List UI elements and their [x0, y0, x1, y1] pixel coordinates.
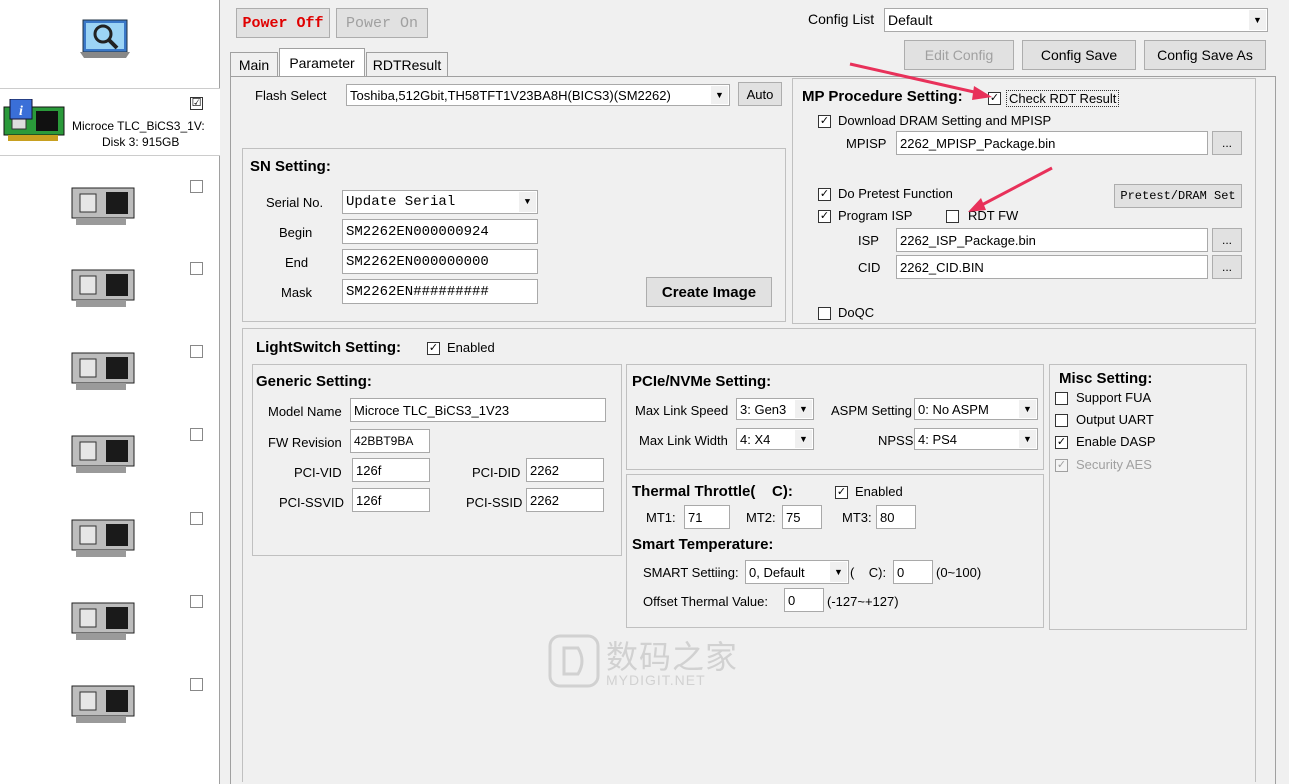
npss-label: NPSS: [878, 433, 914, 448]
mt1-input[interactable]: 71: [684, 505, 730, 529]
offset-thermal-input[interactable]: 0: [784, 588, 824, 612]
pcie-title: PCIe/NVMe Setting:: [632, 373, 772, 390]
mt3-input[interactable]: 80: [876, 505, 916, 529]
chevron-down-icon: ▼: [795, 400, 812, 418]
offset-thermal-range: (-127~+127): [827, 594, 899, 609]
thermal-title: Thermal Throttle( C):: [632, 483, 793, 500]
smart-setting-label: SMART Settiing:: [643, 565, 739, 580]
max-link-speed-value: 3: Gen3: [740, 401, 787, 417]
aspm-label: ASPM Setting: [831, 403, 912, 418]
aspm-value: 0: No ASPM: [918, 401, 989, 417]
pci-vid-label: PCI-VID: [294, 465, 342, 480]
support-fua-checkbox[interactable]: [1055, 392, 1068, 405]
chevron-down-icon: ▼: [1019, 430, 1036, 448]
mt2-input[interactable]: 75: [782, 505, 822, 529]
pci-ssvid-label: PCI-SSVID: [279, 495, 345, 510]
enable-dasp-label: Enable DASP: [1076, 434, 1156, 449]
security-aes-checkbox[interactable]: ✓: [1055, 459, 1068, 472]
smart-temperature-title: Smart Temperature:: [632, 536, 774, 553]
thermal-enabled-checkbox[interactable]: ✓: [835, 486, 848, 499]
support-fua-label: Support FUA: [1076, 390, 1152, 405]
max-link-speed-select[interactable]: 3: Gen3 ▼: [736, 398, 814, 420]
mt3-label: MT3:: [842, 510, 872, 525]
max-link-width-value: 4: X4: [740, 431, 771, 447]
mt1-label: MT1:: [646, 510, 676, 525]
pci-ssvid-input[interactable]: 126f: [352, 488, 430, 512]
npss-select[interactable]: 4: PS4 ▼: [914, 428, 1038, 450]
thermal-enabled-label: Enabled: [855, 484, 903, 499]
max-link-width-select[interactable]: 4: X4 ▼: [736, 428, 814, 450]
watermark-logo-icon: [548, 634, 600, 688]
security-aes-label: Security AES: [1076, 457, 1152, 472]
smart-setting-value: 0, Default: [749, 564, 805, 580]
lightswitch-enabled-label: Enabled: [447, 340, 495, 355]
model-name-label: Model Name: [268, 404, 342, 419]
watermark: 数码之家 MYDIGIT.NET: [546, 632, 746, 692]
smart-c-range: (0~100): [936, 565, 982, 580]
chevron-down-icon: ▼: [1019, 400, 1036, 418]
lightswitch-enabled-checkbox[interactable]: ✓: [427, 342, 440, 355]
fw-revision-input[interactable]: 42BBT9BA: [350, 429, 430, 453]
pci-ssid-input[interactable]: 2262: [526, 488, 604, 512]
output-uart-checkbox[interactable]: [1055, 414, 1068, 427]
lightswitch-title: LightSwitch Setting:: [256, 339, 401, 356]
pci-did-label: PCI-DID: [472, 465, 521, 480]
output-uart-label: Output UART: [1076, 412, 1154, 427]
smart-c-input[interactable]: 0: [893, 560, 933, 584]
npss-value: 4: PS4: [918, 431, 958, 447]
smart-setting-select[interactable]: 0, Default ▼: [745, 560, 849, 584]
max-link-width-label: Max Link Width: [639, 433, 728, 448]
enable-dasp-checkbox[interactable]: ✓: [1055, 436, 1068, 449]
max-link-speed-label: Max Link Speed: [635, 403, 729, 418]
offset-thermal-label: Offset Thermal Value:: [643, 594, 769, 609]
watermark-en: MYDIGIT.NET: [606, 672, 706, 688]
misc-title: Misc Setting:: [1059, 370, 1153, 387]
pci-vid-input[interactable]: 126f: [352, 458, 430, 482]
chevron-down-icon: ▼: [795, 430, 812, 448]
pci-ssid-label: PCI-SSID: [466, 495, 523, 510]
aspm-select[interactable]: 0: No ASPM ▼: [914, 398, 1038, 420]
mt2-label: MT2:: [746, 510, 776, 525]
pci-did-input[interactable]: 2262: [526, 458, 604, 482]
model-name-input[interactable]: Microce TLC_BiCS3_1V23: [350, 398, 606, 422]
chevron-down-icon: ▼: [830, 562, 847, 582]
fw-revision-label: FW Revision: [268, 435, 342, 450]
generic-title: Generic Setting:: [256, 373, 372, 390]
smart-c-label: ( C):: [850, 565, 887, 580]
